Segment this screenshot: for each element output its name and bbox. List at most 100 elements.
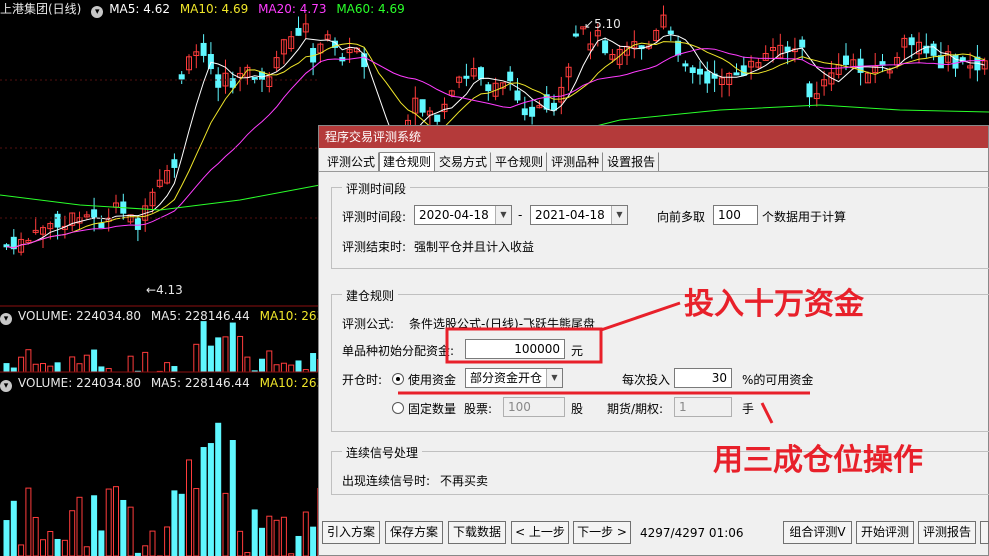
candle-body xyxy=(937,55,944,69)
volume-bar xyxy=(149,530,156,556)
next-step-button[interactable]: 下一步 > xyxy=(573,521,631,544)
volume-bar xyxy=(229,322,236,373)
download-data-button[interactable]: 下载数据 xyxy=(448,521,506,544)
chevron-down-icon[interactable]: ▼ xyxy=(611,206,627,224)
volume-bar xyxy=(127,355,134,373)
start-date-input[interactable]: 2020-04-18 ▼ xyxy=(414,205,512,225)
end-date-input[interactable]: 2021-04-18 ▼ xyxy=(530,205,628,225)
extra-button[interactable] xyxy=(980,521,989,544)
candle-body xyxy=(200,42,207,56)
futures-unit: 手 xyxy=(742,402,755,416)
period-group: 评测时间段 评测时间段: 2020-04-18 ▼ - 2021-04-18 ▼… xyxy=(331,180,989,269)
volume-bar xyxy=(200,321,207,373)
candle-body xyxy=(91,209,98,219)
candle-body xyxy=(806,83,813,98)
candle-body xyxy=(689,67,696,73)
volume-bar xyxy=(69,510,76,556)
each-percent-input[interactable]: 30 xyxy=(674,368,732,388)
start-eval-button[interactable]: 开始评测 xyxy=(856,521,914,544)
volume-bar xyxy=(288,364,295,373)
low-price-label: ←4.13 xyxy=(146,283,183,297)
volume-header-1: ▾ VOLUME: 224034.80 MA5: 228146.44 MA10: … xyxy=(0,307,365,325)
candle-body xyxy=(295,27,302,36)
volume-bar xyxy=(259,358,265,373)
volume-bar xyxy=(273,364,280,373)
volume-bar xyxy=(61,539,68,556)
initial-funds-unit: 元 xyxy=(571,344,584,358)
volume-bar xyxy=(91,495,98,556)
volume-bar xyxy=(3,363,10,373)
volume-bar xyxy=(193,343,200,373)
period-group-title: 评测时间段 xyxy=(342,180,411,197)
ma5-label: MA5: 4.62 xyxy=(109,2,170,16)
ma20-label: MA20: 4.73 xyxy=(258,2,327,16)
candle-body xyxy=(251,76,258,80)
dropdown-icon[interactable]: ▾ xyxy=(0,313,12,325)
tab-4[interactable]: 评测品种 xyxy=(547,152,604,172)
use-funds-radio[interactable] xyxy=(392,373,404,385)
volume-bar xyxy=(222,492,229,556)
volume-bar xyxy=(83,546,90,556)
dropdown-icon[interactable]: ▾ xyxy=(0,380,12,392)
tab-5[interactable]: 设置报告 xyxy=(603,152,660,172)
candle-body xyxy=(675,40,682,56)
chevron-down-icon[interactable]: ▼ xyxy=(546,369,562,387)
candle-body xyxy=(478,67,484,80)
volume-bar xyxy=(127,506,134,556)
volume-bar xyxy=(105,488,112,556)
candle-body xyxy=(134,217,141,230)
chevron-down-icon[interactable]: ▼ xyxy=(495,206,511,224)
tab-1[interactable]: 建仓规则 xyxy=(379,152,436,172)
futures-qty-input[interactable]: 1 xyxy=(674,397,732,417)
signal-label: 出现连续信号时: xyxy=(342,474,431,488)
volume-bar xyxy=(25,487,32,556)
prev-step-button[interactable]: < 上一步 xyxy=(511,521,569,544)
volume-bar xyxy=(76,363,83,373)
funds-mode-select[interactable]: 部分资金开仓 ▼ xyxy=(465,368,563,388)
volume-bar xyxy=(142,351,149,373)
volume-bar xyxy=(18,544,25,556)
save-plan-button[interactable]: 保存方案 xyxy=(385,521,443,544)
candle-body xyxy=(667,30,674,35)
candle-body xyxy=(843,55,849,65)
candle-body xyxy=(908,37,915,46)
import-plan-button[interactable]: 引入方案 xyxy=(322,521,380,544)
candle-body xyxy=(799,39,806,48)
stock-label: 股票: xyxy=(464,402,493,416)
forward-suffix: 个数据用于计算 xyxy=(762,210,847,224)
stock-unit: 股 xyxy=(571,402,584,416)
candle-body xyxy=(529,106,536,117)
volume-bar xyxy=(310,526,317,556)
tab-0[interactable]: 评测公式 xyxy=(323,152,380,172)
open-label: 开仓时: xyxy=(342,373,383,387)
volume-bar xyxy=(40,539,46,556)
volume-bar xyxy=(10,367,17,373)
candle-body xyxy=(572,33,579,37)
combo-eval-button[interactable]: 组合评测V xyxy=(783,521,852,544)
ma60-label: MA60: 4.69 xyxy=(336,2,405,16)
forward-count-input[interactable]: 100 xyxy=(713,205,758,225)
volume-bar xyxy=(229,440,236,556)
signal-value: 不再买卖 xyxy=(440,474,489,488)
candle-body xyxy=(419,99,426,113)
dropdown-icon[interactable]: ▾ xyxy=(91,6,104,18)
volume-bar xyxy=(295,535,302,556)
volume-bar xyxy=(91,349,98,373)
invest-annotation: 投入十万资金 xyxy=(684,287,864,322)
candle-body xyxy=(434,114,441,122)
initial-funds-input[interactable]: 100000 xyxy=(465,339,565,359)
volume-bar xyxy=(237,530,244,556)
high-price-label: ↙5.10 xyxy=(584,17,621,31)
tab-3[interactable]: 平仓规则 xyxy=(491,152,548,172)
volume-bar xyxy=(69,356,76,373)
fixed-qty-radio[interactable] xyxy=(392,402,404,414)
tab-2[interactable]: 交易方式 xyxy=(435,152,492,172)
end-text: 强制平仓并且计入收益 xyxy=(414,240,535,254)
status-text: 4297/4297 01:06 xyxy=(640,526,744,540)
candle-body xyxy=(171,159,178,168)
ma10-label: MA10: 4.69 xyxy=(179,2,249,16)
stock-qty-input[interactable]: 100 xyxy=(503,397,565,417)
eval-report-button[interactable]: 评测报告 xyxy=(918,521,976,544)
volume-bar xyxy=(178,493,185,556)
volume-bar xyxy=(76,496,83,556)
